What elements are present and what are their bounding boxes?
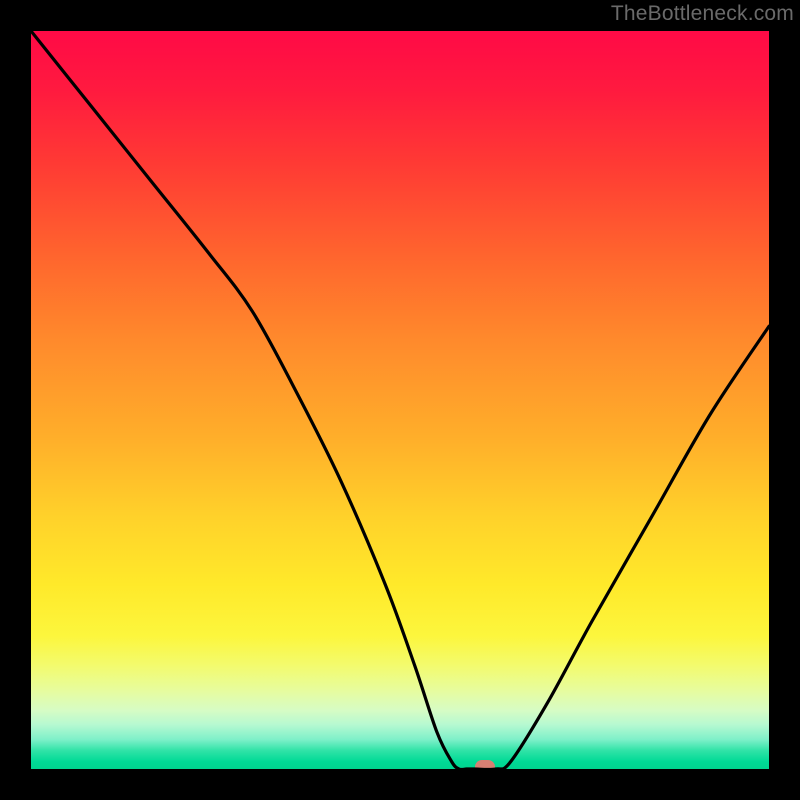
bottleneck-curve	[31, 31, 769, 769]
watermark-text: TheBottleneck.com	[611, 2, 794, 26]
plot-area	[31, 31, 769, 769]
chart-container: TheBottleneck.com	[0, 0, 800, 800]
